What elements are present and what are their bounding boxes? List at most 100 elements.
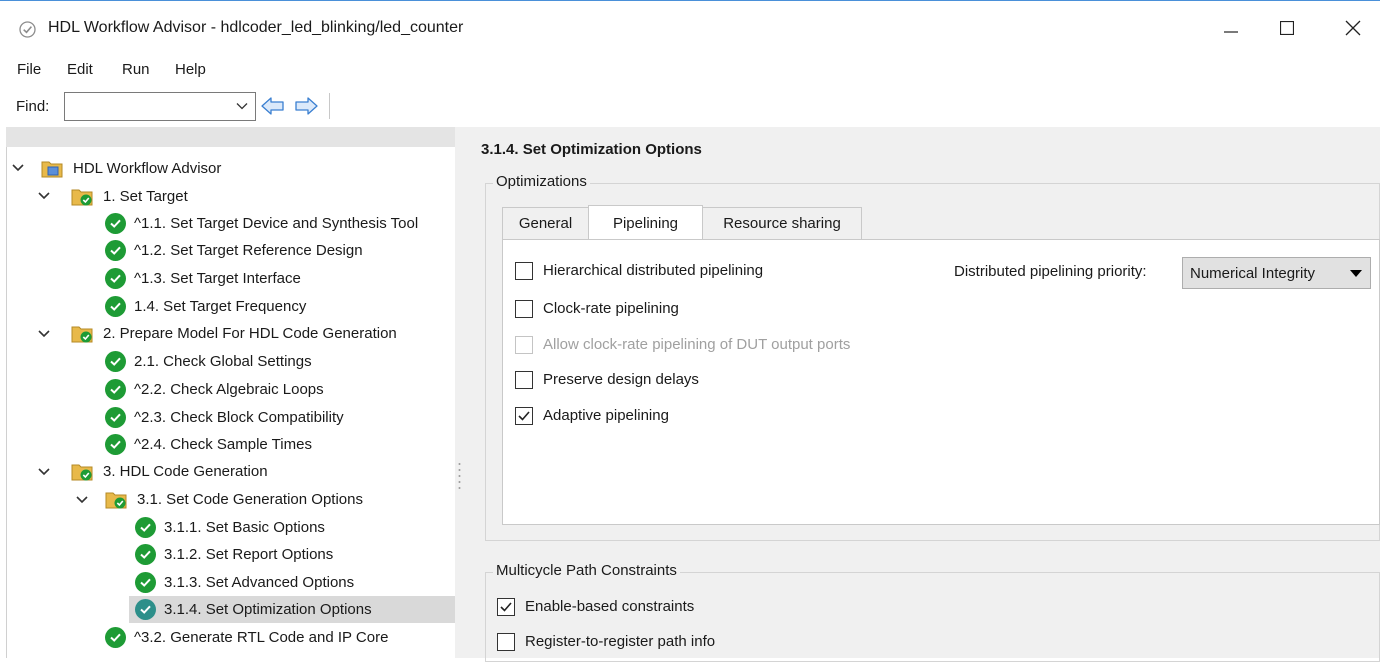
tree-item-label: 1. Set Target	[103, 188, 188, 205]
tree-item-folder[interactable]: 3. HDL Code Generation	[71, 458, 268, 485]
tree-item-task[interactable]: 3.1.1. Set Basic Options	[135, 514, 325, 541]
tree-item-label: 3.1.2. Set Report Options	[164, 546, 334, 563]
tree-item-task-selected[interactable]: 3.1.4. Set Optimization Options	[129, 596, 456, 623]
tree-item-folder[interactable]: 3.1. Set Code Generation Options	[105, 486, 363, 513]
close-icon	[1345, 20, 1361, 36]
check-icon	[105, 240, 126, 261]
check-icon	[105, 296, 126, 317]
tree-header	[6, 127, 455, 147]
tab-resource-sharing[interactable]: Resource sharing	[702, 207, 862, 239]
checkbox-label: Hierarchical distributed pipelining	[543, 262, 764, 279]
dropdown-value: Numerical Integrity	[1190, 265, 1316, 282]
tree-item-folder[interactable]: 2. Prepare Model For HDL Code Generation	[71, 320, 397, 347]
check-icon	[135, 572, 156, 593]
check-icon	[135, 544, 156, 565]
checkbox-label: Preserve design delays	[543, 371, 699, 388]
window-title: HDL Workflow Advisor - hdlcoder_led_blin…	[48, 19, 464, 36]
adaptive-pipelining-checkbox[interactable]	[515, 407, 533, 425]
checkbox-label: Register-to-register path info	[525, 633, 716, 650]
check-icon	[105, 407, 126, 428]
check-icon	[135, 517, 156, 538]
back-arrow-icon[interactable]	[261, 96, 285, 116]
folder-check-icon	[71, 189, 93, 206]
menu-run[interactable]: Run	[122, 61, 150, 78]
check-icon	[135, 599, 156, 620]
folder-check-icon	[71, 326, 93, 343]
tree-item-task[interactable]: 1.4. Set Target Frequency	[105, 293, 306, 320]
menu-file[interactable]: File	[17, 61, 41, 78]
tree-item-label: 2.1. Check Global Settings	[134, 353, 312, 370]
menu-help[interactable]: Help	[175, 61, 206, 78]
tree-item-label: ^2.4. Check Sample Times	[134, 436, 312, 453]
tree-item-label: 3.1.4. Set Optimization Options	[164, 601, 372, 618]
chevron-down-icon[interactable]	[37, 327, 51, 341]
splitter-grip-icon[interactable]	[458, 462, 461, 492]
tree-item-label: ^2.3. Check Block Compatibility	[134, 409, 344, 426]
check-icon	[105, 268, 126, 289]
app-check-icon	[19, 21, 36, 38]
maximize-button[interactable]	[1264, 8, 1310, 48]
dropdown-arrow-icon	[1350, 270, 1362, 277]
chevron-down-icon[interactable]	[37, 189, 51, 203]
optimizations-group-label: Optimizations	[493, 173, 590, 190]
allow-clock-rate-dut-output-checkbox	[515, 336, 533, 354]
tree-item-label: ^1.3. Set Target Interface	[134, 270, 301, 287]
check-icon	[105, 434, 126, 455]
folder-icon	[41, 161, 63, 178]
tree-item-label: 3. HDL Code Generation	[103, 463, 268, 480]
toolbar-separator	[329, 93, 330, 119]
chevron-down-icon[interactable]	[235, 99, 249, 113]
check-icon	[105, 213, 126, 234]
check-icon	[105, 627, 126, 648]
tree-item-task[interactable]: ^2.4. Check Sample Times	[105, 431, 312, 458]
folder-check-icon	[105, 492, 127, 509]
menu-edit[interactable]: Edit	[67, 61, 93, 78]
tree-item-task[interactable]: ^2.2. Check Algebraic Loops	[105, 376, 324, 403]
tree-item-task[interactable]: 3.1.2. Set Report Options	[135, 541, 333, 568]
check-icon	[105, 351, 126, 372]
tree-item-label: ^2.2. Check Algebraic Loops	[134, 381, 324, 398]
pipelining-priority-dropdown[interactable]: Numerical Integrity	[1182, 257, 1371, 289]
tree-item-folder[interactable]: 1. Set Target	[71, 183, 188, 210]
close-button[interactable]	[1330, 8, 1376, 48]
chevron-down-icon[interactable]	[75, 493, 89, 507]
tree-item-label: ^1.1. Set Target Device and Synthesis To…	[134, 215, 419, 232]
tree-item-task[interactable]: ^1.3. Set Target Interface	[105, 265, 301, 292]
hierarchical-distributed-pipelining-checkbox[interactable]	[515, 262, 533, 280]
multicycle-group-label: Multicycle Path Constraints	[493, 562, 680, 579]
check-icon	[105, 379, 126, 400]
chevron-down-icon[interactable]	[37, 465, 51, 479]
clock-rate-pipelining-checkbox[interactable]	[515, 300, 533, 318]
tree-item-task[interactable]: ^1.1. Set Target Device and Synthesis To…	[105, 210, 418, 237]
find-label: Find:	[16, 98, 50, 115]
preserve-design-delays-checkbox[interactable]	[515, 371, 533, 389]
tab-general[interactable]: General	[502, 207, 589, 239]
tab-pipelining[interactable]: Pipelining	[588, 205, 703, 240]
minimize-button[interactable]	[1208, 8, 1254, 48]
checkbox-label: Enable-based constraints	[525, 598, 695, 615]
menu-bar	[0, 58, 1380, 82]
enable-based-constraints-checkbox[interactable]	[497, 598, 515, 616]
minimize-icon	[1224, 31, 1238, 33]
register-to-register-path-info-checkbox[interactable]	[497, 633, 515, 651]
task-tree[interactable]: HDL Workflow Advisor 1. Set Target ^1.1.…	[6, 147, 456, 658]
tree-item-task[interactable]: 3.1.3. Set Advanced Options	[135, 569, 354, 596]
tree-item-task[interactable]: ^3.2. Generate RTL Code and IP Core	[105, 624, 388, 651]
chevron-down-icon[interactable]	[11, 161, 25, 175]
tree-item-task[interactable]: 2.1. Check Global Settings	[105, 348, 312, 375]
tree-item-task[interactable]: ^1.2. Set Target Reference Design	[105, 237, 363, 264]
tree-item-label: ^1.2. Set Target Reference Design	[134, 242, 363, 259]
tree-item-root[interactable]: HDL Workflow Advisor	[41, 155, 221, 182]
forward-arrow-icon[interactable]	[294, 96, 318, 116]
checkmark-icon	[500, 602, 512, 612]
tree-item-label: HDL Workflow Advisor	[73, 160, 222, 177]
checkmark-icon	[518, 411, 530, 421]
pane-splitter[interactable]	[455, 127, 465, 658]
tree-item-label: 1.4. Set Target Frequency	[134, 298, 307, 315]
find-combobox[interactable]	[64, 92, 256, 121]
folder-check-icon	[71, 464, 93, 481]
tree-item-label: 3.1. Set Code Generation Options	[137, 491, 363, 508]
tree-item-label: ^3.2. Generate RTL Code and IP Core	[134, 629, 389, 646]
maximize-icon	[1280, 21, 1294, 35]
tree-item-task[interactable]: ^2.3. Check Block Compatibility	[105, 404, 344, 431]
